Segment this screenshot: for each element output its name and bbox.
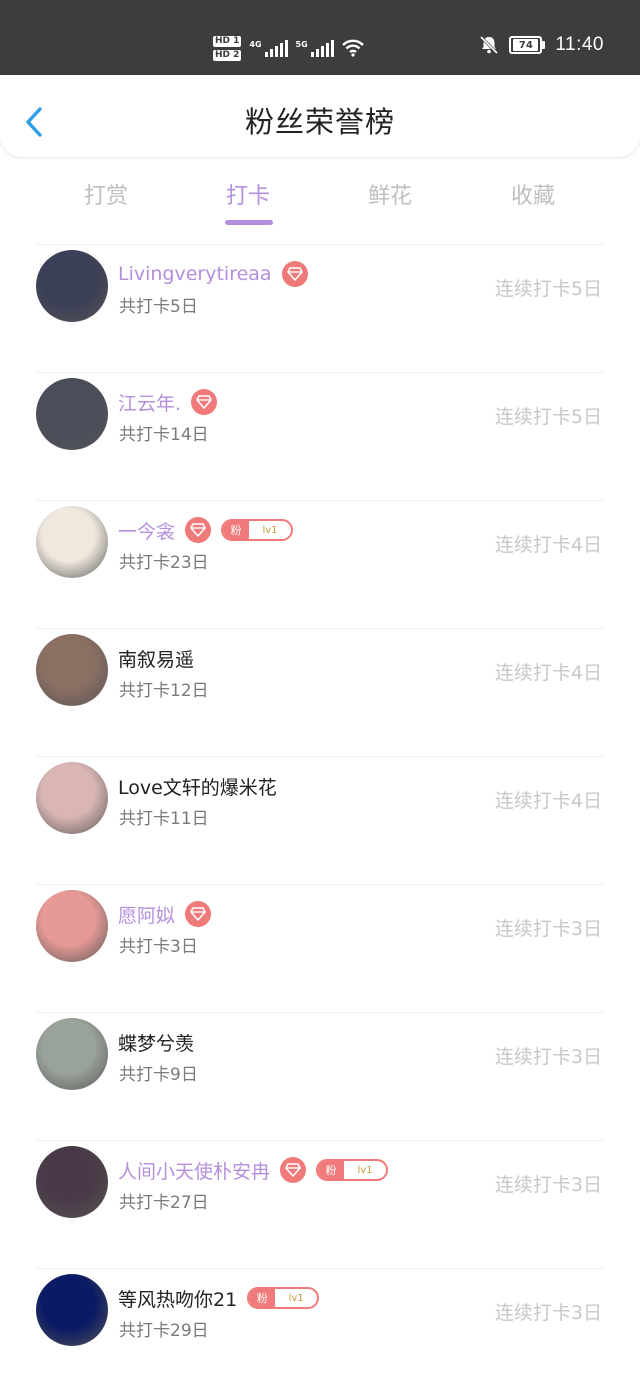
row-divider [36, 372, 604, 373]
signal-5g-icon: 5G [296, 39, 334, 57]
tab-xianhua[interactable]: 鲜花 [340, 178, 440, 210]
fan-badge-prefix: 粉 [318, 1161, 345, 1179]
fan-row[interactable]: Livingverytireaa 共打卡5日 连续打卡5日 [0, 230, 640, 358]
total-checkin: 共打卡29日 [119, 1321, 209, 1341]
tab-shoucang[interactable]: 收藏 [483, 178, 583, 210]
row-divider [36, 756, 604, 757]
streak-checkin: 连续打卡3日 [494, 918, 602, 940]
tab-bar: 打赏 打卡 鲜花 收藏 [0, 170, 640, 230]
sim2-icon: HD 2 [213, 49, 242, 61]
fan-level-badge: 粉 lv1 [221, 519, 294, 541]
app-header: 粉丝荣誉榜 [0, 75, 640, 157]
clock: 11:40 [555, 34, 604, 55]
total-checkin: 共打卡14日 [119, 425, 209, 445]
fan-badge-prefix: 粉 [223, 521, 250, 539]
total-checkin: 共打卡11日 [119, 809, 209, 829]
name-line: Love文轩的爆米花 [118, 773, 277, 799]
name-line: Livingverytireaa [118, 261, 308, 287]
diamond-badge-icon [281, 261, 308, 287]
fan-name[interactable]: Livingverytireaa [118, 263, 272, 285]
tab-active-indicator [225, 220, 273, 225]
avatar[interactable] [36, 1018, 108, 1090]
fan-name[interactable]: 蝶梦兮羡 [118, 1029, 194, 1056]
status-indicators: HD 1 HD 2 4G 5G [213, 28, 364, 68]
sim-indicators: HD 1 HD 2 [213, 35, 242, 61]
streak-checkin: 连续打卡3日 [494, 1174, 602, 1196]
fan-name[interactable]: 南叙易遥 [118, 645, 194, 672]
fan-row[interactable]: 愿阿姒共打卡3日 连续打卡3日 [0, 870, 640, 998]
avatar[interactable] [36, 890, 108, 962]
fan-level-badge: 粉 lv1 [316, 1159, 389, 1181]
fan-name[interactable]: 一今衾 [118, 517, 175, 544]
avatar[interactable] [36, 378, 108, 450]
name-line: 南叙易遥 [118, 645, 194, 671]
streak-checkin: 连续打卡4日 [494, 662, 602, 684]
fan-row[interactable]: Love文轩的爆米花共打卡11日 连续打卡4日 [0, 742, 640, 870]
fan-row[interactable]: 人间小天使朴安冉 粉 lv1 共打卡27日 连续打卡3日 [0, 1126, 640, 1254]
status-right: 74 11:40 [479, 34, 604, 56]
name-line: 一今衾 粉 lv1 [118, 517, 294, 544]
tab-dashang[interactable]: 打赏 [56, 178, 156, 210]
total-checkin: 共打卡5日 [119, 297, 198, 317]
fan-row[interactable]: 一今衾 粉 lv1 共打卡23日 连续打卡4日 [0, 486, 640, 614]
row-divider [36, 1012, 604, 1013]
name-line: 蝶梦兮羡 [118, 1029, 194, 1055]
row-divider [36, 500, 604, 501]
row-divider [36, 1268, 604, 1269]
fan-list: Livingverytireaa 共打卡5日 连续打卡5日 江云年. 共打卡14日 连续打… [0, 230, 640, 1382]
sim1-icon: HD 1 [213, 35, 242, 47]
row-divider [36, 628, 604, 629]
diamond-badge-icon [185, 901, 212, 927]
total-checkin: 共打卡9日 [119, 1065, 198, 1085]
avatar[interactable] [36, 506, 108, 578]
total-checkin: 共打卡12日 [119, 681, 209, 701]
fan-row[interactable]: 等风热吻你21 粉 lv1 共打卡29日 连续打卡3日 [0, 1254, 640, 1382]
total-checkin: 共打卡3日 [119, 937, 198, 957]
name-line: 等风热吻你21 粉 lv1 [118, 1285, 320, 1312]
avatar[interactable] [36, 1146, 108, 1218]
fan-name[interactable]: Love文轩的爆米花 [118, 773, 277, 800]
signal-4g-icon: 4G [249, 39, 288, 57]
name-line: 人间小天使朴安冉 粉 lv1 [118, 1157, 389, 1184]
name-line: 愿阿姒 [118, 901, 212, 928]
battery-level: 74 [513, 39, 539, 51]
streak-checkin: 连续打卡4日 [494, 790, 602, 812]
fan-row[interactable]: 江云年. 共打卡14日 连续打卡5日 [0, 358, 640, 486]
avatar[interactable] [36, 1274, 108, 1346]
diamond-badge-icon [280, 1157, 307, 1183]
wifi-icon [341, 39, 364, 57]
diamond-badge-icon [185, 517, 212, 543]
streak-checkin: 连续打卡3日 [494, 1302, 602, 1324]
fan-badge-level: lv1 [262, 524, 278, 536]
fan-name[interactable]: 人间小天使朴安冉 [118, 1157, 270, 1184]
fan-name[interactable]: 等风热吻你21 [118, 1285, 237, 1312]
fan-badge-level: lv1 [357, 1164, 373, 1176]
total-checkin: 共打卡23日 [119, 553, 209, 573]
streak-checkin: 连续打卡4日 [494, 534, 602, 556]
page-title: 粉丝荣誉榜 [244, 105, 395, 139]
streak-checkin: 连续打卡5日 [494, 406, 602, 428]
avatar[interactable] [36, 762, 108, 834]
bell-muted-icon [480, 35, 499, 55]
fan-row[interactable]: 蝶梦兮羡共打卡9日 连续打卡3日 [0, 998, 640, 1126]
name-line: 江云年. [118, 389, 218, 416]
status-bar: HD 1 HD 2 4G 5G 74 11:40 [0, 0, 640, 75]
total-checkin: 共打卡27日 [119, 1193, 209, 1213]
tab-daka[interactable]: 打卡 [198, 178, 298, 210]
avatar[interactable] [36, 250, 108, 322]
battery-icon: 74 [509, 36, 546, 54]
fan-badge-prefix: 粉 [249, 1289, 276, 1307]
fan-level-badge: 粉 lv1 [247, 1287, 320, 1309]
fan-row[interactable]: 南叙易遥共打卡12日 连续打卡4日 [0, 614, 640, 742]
row-divider [36, 884, 604, 885]
fan-name[interactable]: 江云年. [118, 389, 181, 416]
fan-name[interactable]: 愿阿姒 [118, 901, 175, 928]
row-divider [36, 244, 604, 245]
fan-badge-level: lv1 [288, 1292, 304, 1304]
avatar[interactable] [36, 634, 108, 706]
streak-checkin: 连续打卡3日 [494, 1046, 602, 1068]
row-divider [36, 1140, 604, 1141]
streak-checkin: 连续打卡5日 [494, 278, 602, 300]
diamond-badge-icon [191, 389, 218, 415]
